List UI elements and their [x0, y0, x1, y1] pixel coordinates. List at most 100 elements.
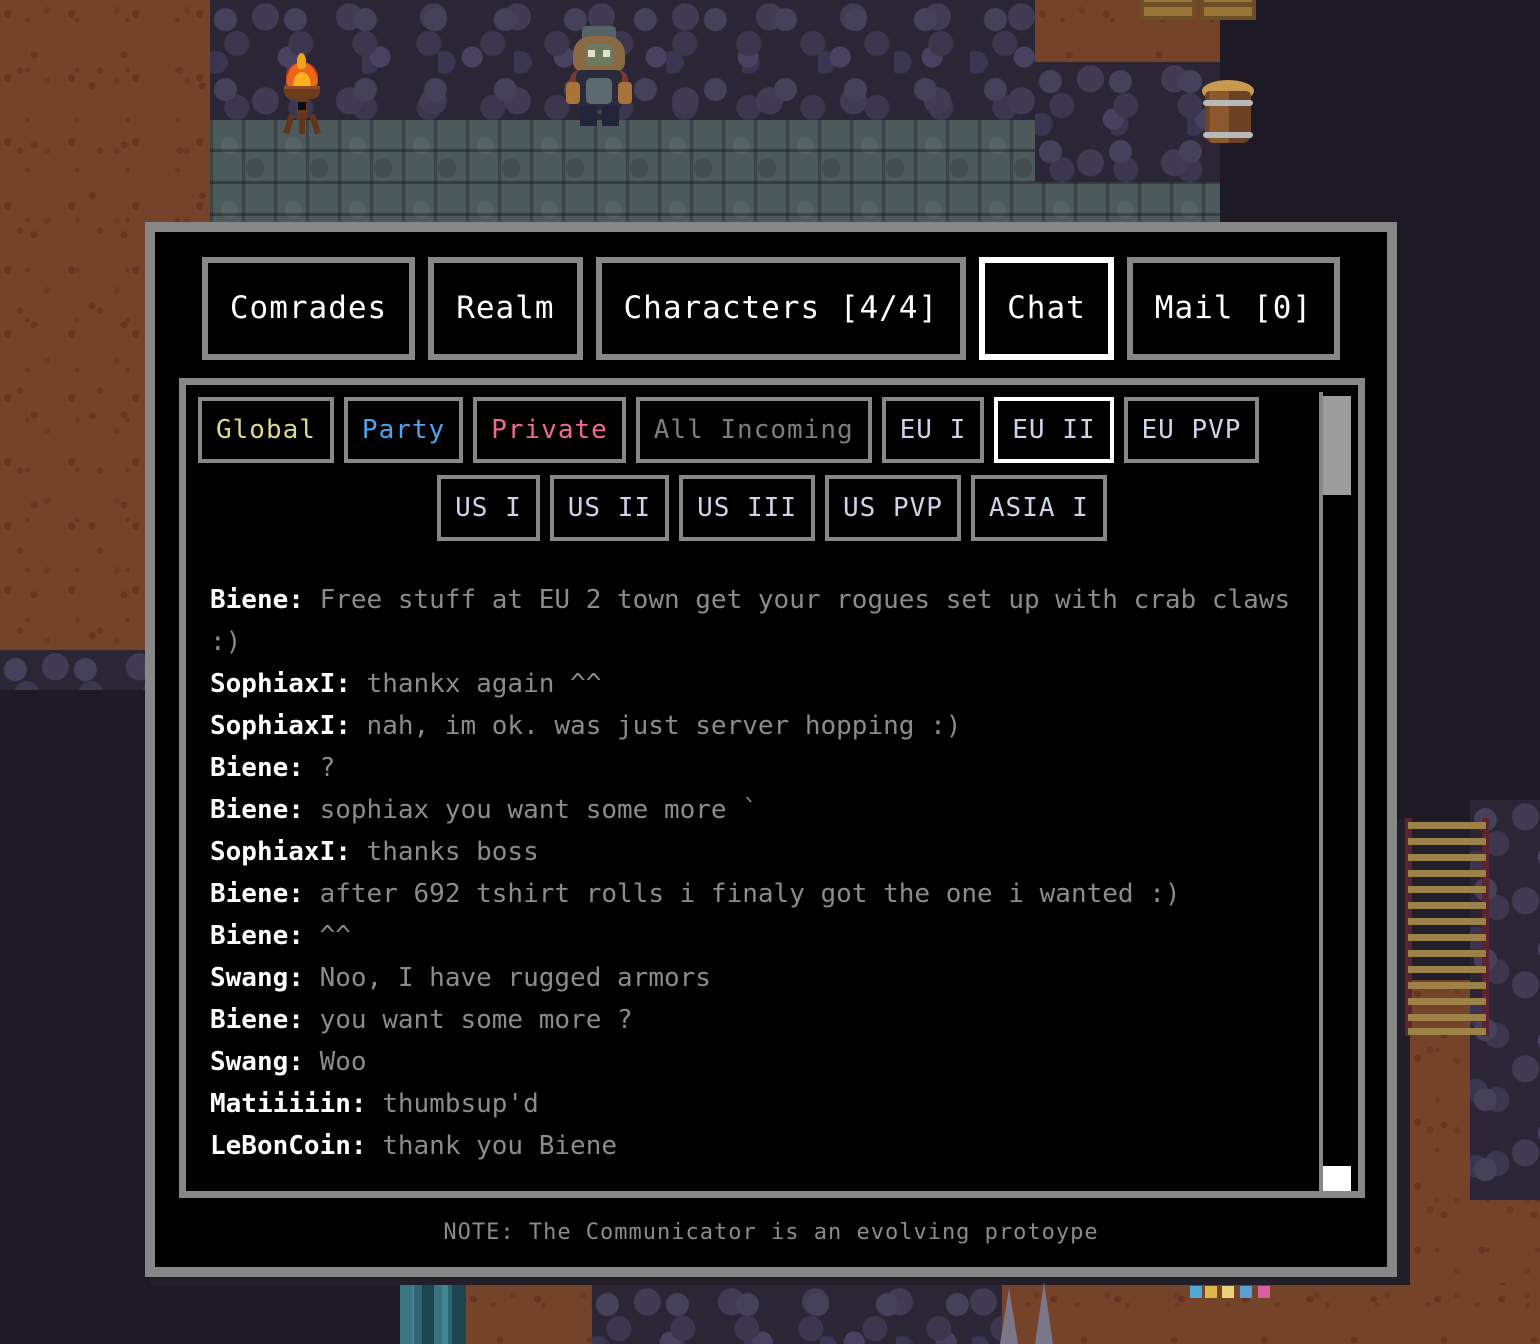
chat-message-separator: : [350, 1089, 383, 1119]
torch-brazier [278, 53, 326, 135]
chat-message-username[interactable]: LeBonCoin [210, 1131, 351, 1161]
chat-message-username[interactable]: Matiiiiin [210, 1089, 351, 1119]
channel-tab-us-ii[interactable]: US II [549, 475, 670, 541]
terrain-cave-wall-right [1035, 62, 1220, 182]
ladder-rung [1408, 998, 1486, 1005]
terrain-dirt-bottom-mid [466, 1285, 592, 1344]
chat-message-separator: : [288, 795, 320, 825]
communicator-window: Comrades Realm Characters [4/4] Chat Mail [0… [145, 222, 1397, 1277]
ladder-rung [1408, 1014, 1486, 1021]
chat-message: Biene: Free stuff at EU 2 town get your … [210, 579, 1334, 663]
main-tab-mail-0[interactable]: Mail [0] [1126, 257, 1341, 360]
chat-message-text: thumbsup'd [382, 1089, 539, 1119]
channel-tab-bar: Global Party Private All Incoming EU I EU II E… [186, 385, 1358, 541]
chat-message-separator: : [335, 711, 367, 741]
chat-message: Biene: you want some more ? [210, 999, 1334, 1041]
stalagmite-1 [1000, 1288, 1018, 1344]
ladder-rung [1408, 918, 1486, 925]
chat-message-separator: : [288, 1047, 320, 1077]
chat-message: Biene: ^^ [210, 915, 1334, 957]
chat-message-text: nah, im ok. was just server hopping :) [366, 711, 962, 741]
chat-message-separator: : [288, 921, 320, 951]
channel-tab-global[interactable]: Global [198, 397, 334, 463]
hero-backpack [586, 78, 612, 104]
ladder-rung [1408, 838, 1486, 845]
ladder-rung [1408, 1028, 1486, 1035]
chat-message-text: after 692 tshirt rolls i finaly got the … [319, 879, 1181, 909]
chat-message-text: Noo, I have rugged armors [319, 963, 711, 993]
player-character-sprite [560, 26, 638, 126]
barrel-object [1200, 80, 1256, 146]
main-tab-realm[interactable]: Realm [428, 257, 583, 360]
chat-message-username[interactable]: SophiaxI [210, 669, 335, 699]
barrel-hoop-bottom [1203, 132, 1253, 138]
chat-message-username[interactable]: Swang [210, 1047, 288, 1077]
crate-1 [1140, 0, 1196, 20]
channel-tab-asia-i[interactable]: ASIA I [970, 475, 1107, 541]
terrain-cave-wall-bottom [592, 1285, 1002, 1344]
channel-tab-us-pvp[interactable]: US PVP [824, 475, 961, 541]
chat-message-text: thank you Biene [382, 1131, 618, 1161]
main-tab-comrades[interactable]: Comrades [201, 257, 416, 360]
chat-message: LeBonCoin: thank you Biene [210, 1125, 1334, 1167]
chat-message-username[interactable]: Biene [210, 753, 288, 783]
channel-tab-row-2: US I US II US III US PVP ASIA I [196, 475, 1348, 541]
loot-item-1 [1190, 1286, 1202, 1298]
channel-tab-eu-ii[interactable]: EU II [994, 397, 1114, 463]
chat-message-text: ? [319, 753, 336, 783]
channel-tab-all-incoming[interactable]: All Incoming [635, 397, 872, 463]
channel-tab-us-iii[interactable]: US III [679, 475, 815, 541]
loot-item-3 [1222, 1286, 1234, 1298]
terrain-void-lower-left [0, 672, 150, 1344]
chat-message-username[interactable]: Biene [210, 795, 288, 825]
brazier-leg-center [299, 114, 305, 134]
chat-message-separator: : [335, 669, 367, 699]
ladder-rung [1408, 870, 1486, 877]
chat-message: Swang: Woo [210, 1041, 1334, 1083]
chat-message: Biene: sophiax you want some more ` [210, 789, 1334, 831]
main-tab-bar: Comrades Realm Characters [4/4] Chat Mail [0… [155, 232, 1387, 382]
chat-message-username[interactable]: Biene [210, 585, 288, 615]
brazier-leg-left [283, 113, 295, 135]
chat-message-text: thanks boss [366, 837, 539, 867]
ladder-rung [1408, 902, 1486, 909]
terrain-void-bottom-left [0, 1285, 400, 1344]
channel-tab-eu-i[interactable]: EU I [881, 397, 985, 463]
hero-leg-left [580, 106, 597, 126]
ladder-object [1405, 818, 1489, 1036]
hero-arm-right [618, 82, 632, 104]
panel-note-text: NOTE: The Communicator is an evolving pr… [443, 1220, 1099, 1245]
scroll-down-button[interactable] [1323, 1166, 1351, 1191]
channel-tab-party[interactable]: Party [343, 397, 464, 463]
chat-message-username[interactable]: SophiaxI [210, 711, 335, 741]
chat-message-separator: : [288, 585, 320, 615]
crate-2 [1200, 0, 1256, 20]
chat-message-text: Woo [319, 1047, 367, 1077]
chat-message-username[interactable]: Biene [210, 1005, 288, 1035]
chat-scrollbar[interactable] [1319, 392, 1351, 1191]
chat-message: SophiaxI: nah, im ok. was just server ho… [210, 705, 1334, 747]
ladder-rung [1408, 950, 1486, 957]
chat-message-text: sophiax you want some more ` [319, 795, 758, 825]
main-tab-characters-4-4[interactable]: Characters [4/4] [595, 257, 967, 360]
scrollbar-thumb[interactable] [1323, 396, 1351, 495]
chat-message: Biene: ? [210, 747, 1334, 789]
brazier-leg-right [309, 113, 321, 135]
chat-message-text: thankx again ^^ [366, 669, 602, 699]
chat-message-username[interactable]: Swang [210, 963, 288, 993]
ladder-rung [1408, 966, 1486, 973]
chat-message-text: ^^ [319, 921, 351, 951]
main-tab-chat[interactable]: Chat [979, 257, 1114, 360]
channel-tab-eu-pvp[interactable]: EU PVP [1123, 397, 1260, 463]
chat-message-username[interactable]: Biene [210, 921, 288, 951]
channel-tab-us-i[interactable]: US I [437, 475, 540, 541]
channel-tab-private[interactable]: Private [473, 397, 626, 463]
chat-message-separator: : [288, 1005, 320, 1035]
chat-message-username[interactable]: SophiaxI [210, 837, 335, 867]
ladder-rung [1408, 822, 1486, 829]
loot-item-4 [1240, 1286, 1252, 1298]
chat-message-separator: : [335, 837, 367, 867]
chat-message-username[interactable]: Biene [210, 879, 288, 909]
water-pool [400, 1285, 466, 1344]
hero-eye-right [603, 50, 610, 57]
